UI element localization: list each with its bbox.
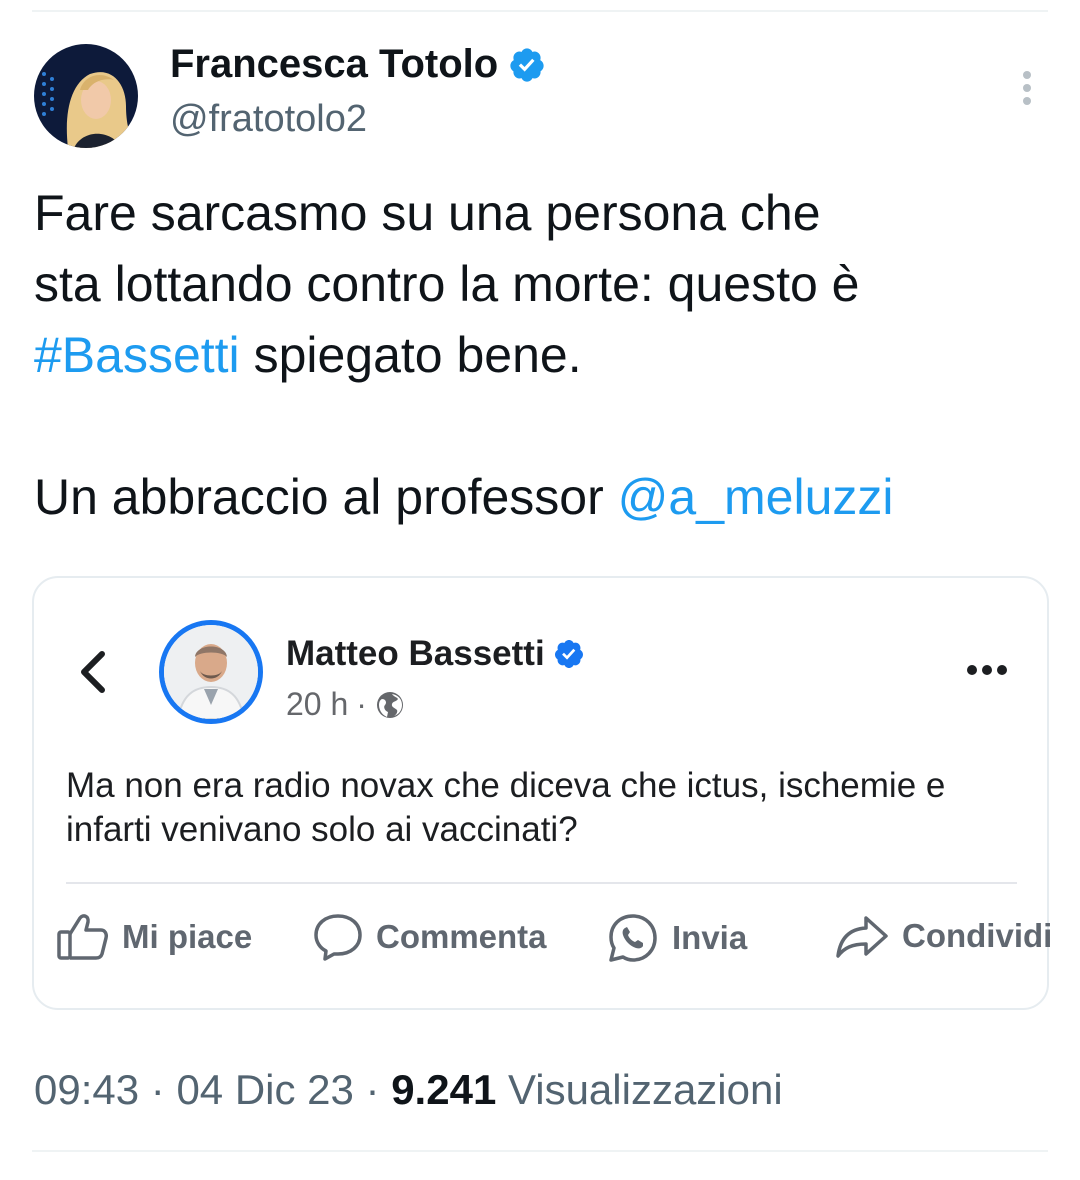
- fb-share-action: Condividi: [834, 912, 1052, 960]
- meta-separator: ·: [353, 1066, 392, 1113]
- views-count: 9.241: [391, 1066, 497, 1113]
- fb-share-label: Condividi: [902, 917, 1053, 954]
- author-name-text: Francesca Totolo: [170, 42, 499, 86]
- more-options-icon: [967, 665, 1007, 675]
- tweet-text-line: Fare sarcasmo su una persona che: [34, 185, 821, 241]
- author-avatar[interactable]: [34, 44, 138, 148]
- fb-action-bar: Mi piace Commenta Invia Condividi: [56, 912, 1052, 964]
- tweet-text-line: sta lottando contro la morte: questo è: [34, 256, 860, 312]
- fb-divider: [66, 882, 1017, 884]
- fb-author-avatar: [159, 620, 263, 724]
- meta-separator: ·: [356, 686, 367, 722]
- tweet-text: Fare sarcasmo su una persona che sta lot…: [34, 178, 1044, 533]
- fb-like-label: Mi piace: [122, 918, 253, 955]
- more-options-icon[interactable]: [1012, 68, 1042, 108]
- verified-badge-icon: [554, 640, 583, 668]
- hashtag-link[interactable]: #Bassetti: [34, 327, 240, 383]
- tweet-text-fragment: Un abbraccio al professor: [34, 469, 618, 525]
- verified-badge-icon: [510, 47, 544, 82]
- tweet-timestamp-views: 09:43 · 04 Dic 23 · 9.241 Visualizzazion…: [34, 1066, 783, 1114]
- fb-send-action: Invia: [606, 912, 747, 964]
- globe-icon: [376, 691, 403, 718]
- meta-separator: ·: [139, 1066, 177, 1113]
- fb-author-name: Matteo Bassetti: [286, 634, 585, 674]
- tweet-text-line: Un abbraccio al professor @a_meluzzi: [34, 462, 1044, 533]
- fb-like-action: Mi piace: [56, 912, 252, 962]
- tweet-text-line: #Bassetti spiegato bene.: [34, 320, 1044, 391]
- fb-send-label: Invia: [672, 919, 748, 956]
- tweet-time[interactable]: 09:43: [34, 1066, 139, 1113]
- tweet-date[interactable]: 04 Dic 23: [176, 1066, 353, 1113]
- top-divider: [32, 10, 1048, 12]
- share-arrow-icon: [836, 916, 888, 958]
- profile-photo-icon: [34, 44, 138, 148]
- back-arrow-icon: [81, 651, 105, 693]
- author-name[interactable]: Francesca Totolo: [170, 42, 546, 87]
- fb-post-time: 20 h: [286, 686, 349, 722]
- fb-post-text: Ma non era radio novax che diceva che ic…: [66, 766, 946, 849]
- whatsapp-icon: [609, 914, 657, 962]
- mention-link[interactable]: @a_meluzzi: [618, 469, 894, 525]
- profile-photo-icon: [164, 625, 258, 719]
- embedded-media-card[interactable]: Matteo Bassetti 20 h · Ma non era radio …: [32, 576, 1052, 1010]
- bottom-divider: [32, 1150, 1048, 1152]
- fb-comment-action: Commenta: [312, 912, 547, 962]
- tweet-text-fragment: spiegato bene.: [239, 327, 582, 383]
- fb-comment-label: Commenta: [376, 918, 547, 955]
- views-label: Visualizzazioni: [507, 1066, 783, 1113]
- comment-bubble-icon: [314, 914, 362, 961]
- fb-post-meta: 20 h ·: [286, 686, 405, 723]
- author-handle[interactable]: @fratotolo2: [170, 98, 367, 141]
- thumbs-up-icon: [57, 914, 108, 960]
- fb-author-name-text: Matteo Bassetti: [286, 634, 545, 673]
